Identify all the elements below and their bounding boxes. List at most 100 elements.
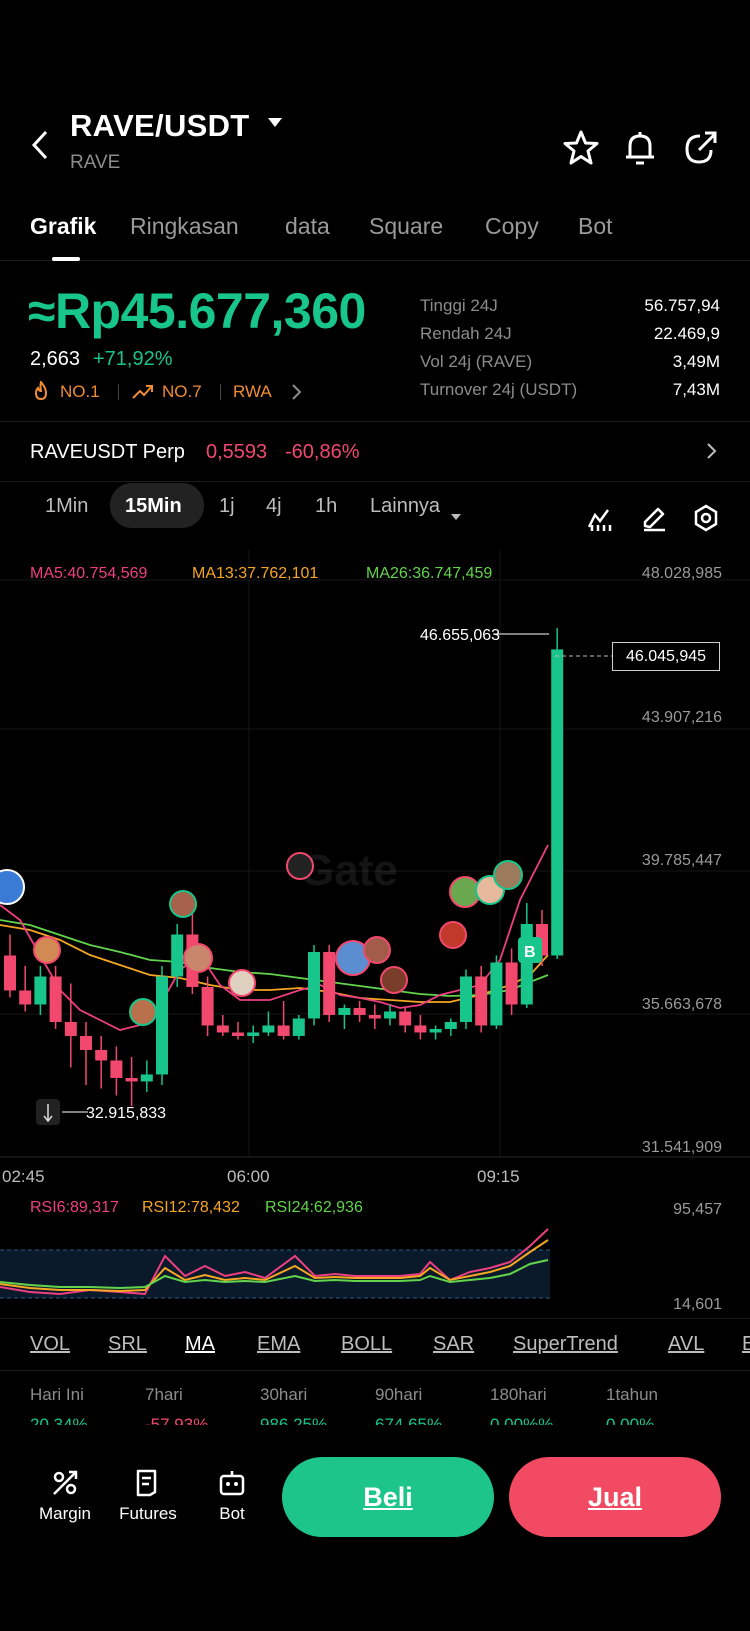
candle-body xyxy=(384,1011,396,1019)
stat-turnover-label: Turnover 24j (USDT) xyxy=(420,380,578,399)
rsi-chart[interactable] xyxy=(0,1225,750,1305)
stat-turnover-value: 7,43M xyxy=(672,380,720,399)
candle-body xyxy=(125,1077,138,1082)
favorite-button[interactable] xyxy=(561,128,601,168)
high-annotation: 46.655,063 xyxy=(420,627,549,644)
candle-body xyxy=(4,955,16,991)
candle-body xyxy=(414,1025,427,1033)
main-tabs: Grafik Ringkasan data Square Copy Bot xyxy=(0,205,750,261)
low-marker-icon xyxy=(36,1099,60,1125)
candle-body xyxy=(216,1025,229,1033)
timeframe-1min[interactable]: 1Min xyxy=(45,495,88,518)
indicator-ma[interactable]: MA xyxy=(185,1333,215,1356)
period-label: 90hari xyxy=(375,1385,423,1404)
nav-margin[interactable]: Margin xyxy=(34,1468,96,1524)
share-icon xyxy=(685,131,717,164)
stat-high-label: Tinggi 24J xyxy=(420,296,498,315)
candle-body xyxy=(64,1021,77,1036)
pair-dropdown-caret-icon[interactable] xyxy=(268,118,282,127)
price-axis-label: 35.663,678 xyxy=(641,996,722,1013)
stat-low-value: 22.469,9 xyxy=(653,324,720,343)
timeframe-more[interactable]: Lainnya xyxy=(370,495,440,518)
nav-bot[interactable]: Bot xyxy=(210,1468,254,1524)
indicator-boll[interactable]: BOLL xyxy=(341,1333,392,1356)
tab-data[interactable]: data xyxy=(285,213,330,240)
buy-button[interactable]: Beli xyxy=(282,1457,494,1537)
candle-body xyxy=(95,1049,108,1061)
timeframe-1j[interactable]: 1j xyxy=(219,495,235,518)
indicator-supertrend[interactable]: SuperTrend xyxy=(513,1333,618,1356)
price-usdt: 2,663 xyxy=(30,348,81,370)
price-axis-label: 39.785,447 xyxy=(641,852,722,869)
candle-body xyxy=(80,1035,92,1050)
candle-body xyxy=(368,1014,381,1019)
ma26-label: MA26:36.747,459 xyxy=(366,565,493,582)
pencil-icon xyxy=(643,507,665,532)
candle-body xyxy=(323,951,336,1015)
divider xyxy=(118,384,119,400)
indicator-ema[interactable]: EMA xyxy=(257,1333,300,1356)
rank-badge-1[interactable]: NO.1 xyxy=(60,382,100,402)
price-axis-label: 31.541,909 xyxy=(641,1139,722,1156)
candle-body xyxy=(308,951,320,1019)
timeframe-1h[interactable]: 1h xyxy=(315,495,337,518)
candle-body xyxy=(353,1007,366,1015)
timeframe-4j[interactable]: 4j xyxy=(266,495,282,518)
chevron-right-icon[interactable] xyxy=(290,383,302,406)
indicator-settings-button[interactable] xyxy=(586,505,614,538)
trend-up-icon xyxy=(132,383,154,406)
candle-body xyxy=(475,976,488,1026)
tab-ringkasan[interactable]: Ringkasan xyxy=(130,213,239,240)
buy-marker[interactable]: B xyxy=(518,937,542,963)
chart-line-icon xyxy=(587,509,612,531)
indicator-more[interactable]: E xyxy=(742,1333,750,1356)
stat-low-label: Rendah 24J xyxy=(420,324,512,343)
indicator-srl[interactable]: SRL xyxy=(108,1333,147,1356)
candle-body xyxy=(292,1018,305,1036)
divider xyxy=(220,384,221,400)
candle-body xyxy=(444,1021,457,1029)
candle-body xyxy=(110,1060,123,1078)
tab-grafik[interactable]: Grafik xyxy=(30,213,96,240)
sell-button-label: Jual xyxy=(587,1482,643,1512)
candle-body xyxy=(399,1011,412,1026)
low-annotation: 32.915,833 xyxy=(62,1105,166,1122)
watermark: Gate xyxy=(300,846,398,895)
nav-futures[interactable]: Futures xyxy=(114,1468,182,1524)
period-label: 7hari xyxy=(145,1385,183,1404)
document-icon xyxy=(136,1469,157,1497)
ma5-label: MA5:40.754,569 xyxy=(30,565,148,582)
tab-copy[interactable]: Copy xyxy=(485,213,539,240)
candle-body xyxy=(201,986,214,1026)
rank-badge-2[interactable]: NO.7 xyxy=(162,382,202,402)
chevron-down-icon[interactable] xyxy=(451,514,461,520)
tab-square[interactable]: Square xyxy=(369,213,443,240)
candle-body xyxy=(429,1028,442,1033)
indicator-avl[interactable]: AVL xyxy=(668,1333,704,1356)
price-axis-label: 48.028,985 xyxy=(641,565,722,582)
stat-high-value: 56.757,94 xyxy=(644,296,720,315)
perp-name[interactable]: RAVEUSDT Perp xyxy=(30,441,185,464)
candle-body xyxy=(232,1032,244,1036)
candle-body xyxy=(49,976,62,1022)
pair-title[interactable]: RAVE/USDT xyxy=(70,108,250,144)
draw-tool-button[interactable] xyxy=(640,504,668,537)
share-button[interactable] xyxy=(681,128,721,168)
candle-body xyxy=(551,649,564,956)
back-button[interactable] xyxy=(28,130,52,160)
chevron-right-icon[interactable] xyxy=(705,442,717,465)
indicator-vol[interactable]: VOL xyxy=(30,1333,70,1356)
tab-bot[interactable]: Bot xyxy=(578,213,613,240)
sell-button[interactable]: Jual xyxy=(509,1457,721,1537)
candle-body xyxy=(247,1032,260,1036)
candle-body xyxy=(460,976,472,1022)
indicator-sar[interactable]: SAR xyxy=(433,1333,474,1356)
alert-button[interactable] xyxy=(620,128,660,168)
chart-settings-button[interactable] xyxy=(692,504,720,537)
timeframe-15min[interactable]: 15Min xyxy=(125,495,182,518)
tag-rwa[interactable]: RWA xyxy=(233,382,272,402)
percent-icon xyxy=(53,1470,78,1495)
high-price-label: 46.655,063 xyxy=(420,627,500,644)
current-price-tag: 46.045,945 xyxy=(612,642,720,671)
period-label: Hari Ini xyxy=(30,1385,84,1404)
